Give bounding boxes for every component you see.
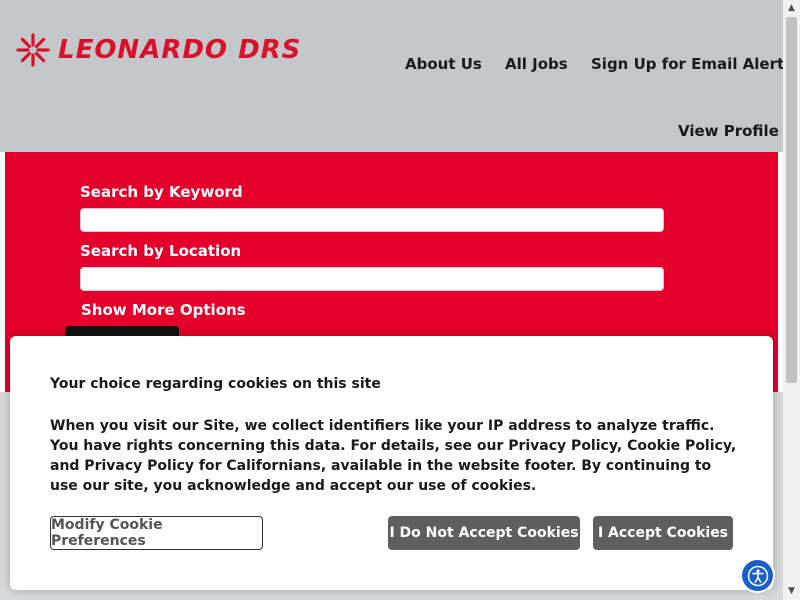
modify-cookie-preferences-button[interactable]: Modify Cookie Preferences [50,516,263,550]
logo-wordmark: LEONARDO DRS [58,35,302,65]
leonardo-burst-icon [16,33,50,67]
keyword-input[interactable] [80,208,664,232]
nav-about-us[interactable]: About Us [405,55,482,73]
nav-all-jobs[interactable]: All Jobs [505,55,568,73]
location-label: Search by Location [80,242,242,260]
location-input[interactable] [80,267,664,291]
accessibility-button[interactable] [742,560,773,591]
cookie-dialog-body: When you visit our Site, we collect iden… [50,418,737,494]
accept-cookies-button[interactable]: I Accept Cookies [593,516,733,550]
site-header: LEONARDO DRS About Us All Jobs Sign Up f… [0,0,793,152]
accessibility-icon [747,565,768,586]
nav-email-alerts[interactable]: Sign Up for Email Alerts [591,55,793,73]
scrollbar-thumb[interactable] [786,17,797,383]
scroll-down-arrow-icon[interactable]: ▼ [783,583,800,600]
scroll-up-arrow-icon[interactable]: ▲ [783,0,800,17]
nav-view-profile[interactable]: View Profile [678,122,779,140]
cookie-consent-dialog: Your choice regarding cookies on this si… [10,336,773,590]
company-logo[interactable]: LEONARDO DRS [16,30,301,70]
page-scrollbar[interactable]: ▲ ▼ [783,0,800,600]
cookie-dialog-title: Your choice regarding cookies on this si… [50,376,381,392]
keyword-label: Search by Keyword [80,183,243,201]
show-more-options-link[interactable]: Show More Options [81,301,246,319]
decline-cookies-button[interactable]: I Do Not Accept Cookies [388,516,580,550]
